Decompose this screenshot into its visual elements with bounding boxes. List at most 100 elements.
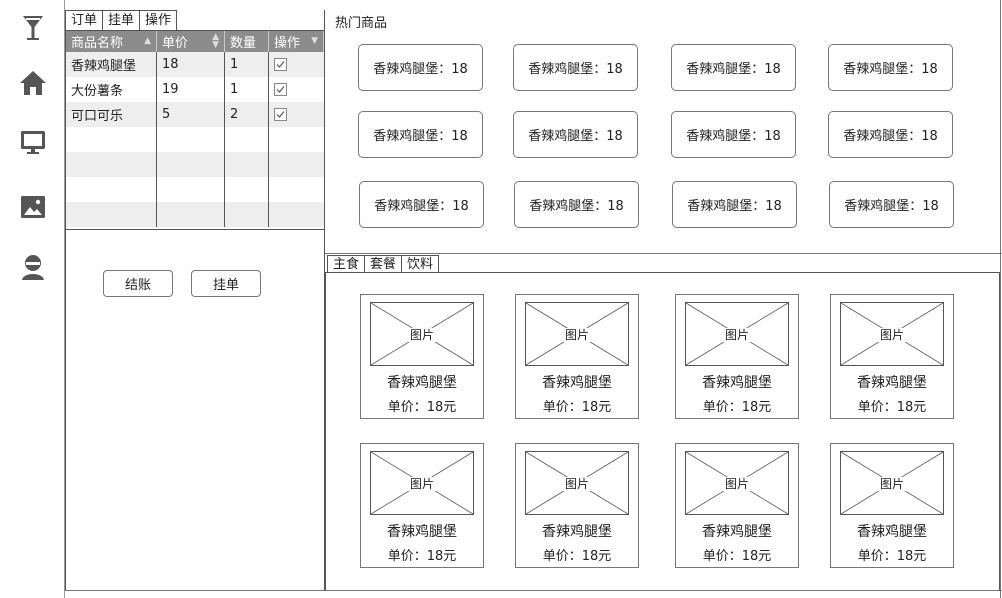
table-row[interactable]: 可口可乐 5 2: [66, 102, 324, 127]
sort-both-icon[interactable]: ▲ ▼: [212, 33, 219, 50]
image-placeholder: 图片: [370, 302, 474, 366]
hot-product-button[interactable]: 香辣鸡腿堡：18: [672, 181, 797, 228]
row-checkbox[interactable]: [274, 108, 287, 121]
tab-operations[interactable]: 操作: [139, 10, 178, 30]
header-product-name[interactable]: 商品名称 ▲: [66, 31, 157, 52]
cell-operation: [269, 77, 324, 102]
hot-product-button[interactable]: 香辣鸡腿堡：18: [829, 181, 954, 228]
cell-qty: 1: [225, 77, 269, 102]
image-placeholder: 图片: [840, 451, 944, 515]
cell-operation: [269, 52, 324, 77]
cell-price: 5: [157, 102, 225, 127]
user-icon[interactable]: [17, 251, 49, 283]
cell-operation: [269, 102, 324, 127]
product-card[interactable]: 图片 香辣鸡腿堡 单价：18元: [675, 294, 799, 419]
category-tabbar: 主食 套餐 饮料: [327, 255, 440, 273]
table-header: 商品名称 ▲ 单价 ▲ ▼ 数量 操作 ▼: [66, 31, 324, 52]
header-label: 单价: [162, 36, 189, 51]
table-row[interactable]: 大份薯条 19 1: [66, 77, 324, 102]
hot-product-button[interactable]: 香辣鸡腿堡：18: [671, 44, 796, 91]
cell-qty: 2: [225, 102, 269, 127]
tab-drinks[interactable]: 饮料: [401, 255, 440, 273]
hot-product-button[interactable]: 香辣鸡腿堡：18: [358, 44, 483, 91]
product-price: 单价：18元: [857, 549, 927, 564]
image-placeholder: 图片: [840, 302, 944, 366]
checkout-button[interactable]: 结账: [103, 270, 173, 297]
header-operations[interactable]: 操作 ▼: [269, 31, 324, 52]
header-unit-price[interactable]: 单价 ▲ ▼: [157, 31, 225, 52]
hot-product-button[interactable]: 香辣鸡腿堡：18: [358, 111, 483, 158]
check-icon: [276, 111, 285, 118]
table-row-empty: [66, 152, 324, 177]
order-tabbar: 订单 挂单 操作: [65, 10, 178, 30]
window-bottom-border: [65, 590, 1002, 591]
table-row[interactable]: 香辣鸡腿堡 18 1: [66, 52, 324, 77]
row-checkbox[interactable]: [274, 83, 287, 96]
image-placeholder: 图片: [370, 451, 474, 515]
hold-order-button[interactable]: 挂单: [191, 270, 261, 297]
product-name: 香辣鸡腿堡: [702, 524, 772, 540]
placeholder-label: 图片: [562, 328, 591, 342]
header-quantity[interactable]: 数量: [225, 31, 269, 52]
product-card[interactable]: 图片 香辣鸡腿堡 单价：18元: [360, 294, 484, 419]
product-name: 香辣鸡腿堡: [542, 524, 612, 540]
cell-name: 大份薯条: [66, 77, 157, 102]
icon-rail: [0, 0, 65, 598]
cell-price: 19: [157, 77, 225, 102]
hot-product-button[interactable]: 香辣鸡腿堡：18: [828, 111, 953, 158]
image-placeholder: 图片: [685, 451, 789, 515]
tab-combo[interactable]: 套餐: [364, 255, 403, 273]
product-name: 香辣鸡腿堡: [542, 375, 612, 391]
product-price: 单价：18元: [702, 400, 772, 415]
image-placeholder: 图片: [685, 302, 789, 366]
hot-product-button[interactable]: 香辣鸡腿堡：18: [671, 111, 796, 158]
product-name: 香辣鸡腿堡: [857, 524, 927, 540]
hot-product-button[interactable]: 香辣鸡腿堡：18: [514, 181, 639, 228]
product-card[interactable]: 图片 香辣鸡腿堡 单价：18元: [360, 443, 484, 568]
product-price: 单价：18元: [542, 549, 612, 564]
header-label: 数量: [230, 36, 257, 51]
table-row-empty: [66, 127, 324, 152]
dropdown-icon[interactable]: ▼: [311, 37, 318, 46]
table-row-empty: [66, 202, 324, 227]
placeholder-label: 图片: [722, 328, 751, 342]
placeholder-label: 图片: [877, 477, 906, 491]
placeholder-label: 图片: [722, 477, 751, 491]
hot-product-button[interactable]: 香辣鸡腿堡：18: [513, 44, 638, 91]
placeholder-label: 图片: [877, 328, 906, 342]
hot-product-button[interactable]: 香辣鸡腿堡：18: [828, 44, 953, 91]
cocktail-icon[interactable]: [17, 12, 49, 44]
home-icon[interactable]: [17, 67, 49, 99]
tab-held-orders[interactable]: 挂单: [102, 10, 141, 30]
product-card[interactable]: 图片 香辣鸡腿堡 单价：18元: [830, 294, 954, 419]
hot-product-button[interactable]: 香辣鸡腿堡：18: [513, 111, 638, 158]
product-card[interactable]: 图片 香辣鸡腿堡 单价：18元: [830, 443, 954, 568]
image-icon[interactable]: [17, 191, 49, 223]
product-price: 单价：18元: [387, 400, 457, 415]
placeholder-label: 图片: [562, 477, 591, 491]
tab-orders[interactable]: 订单: [65, 10, 104, 30]
product-name: 香辣鸡腿堡: [702, 375, 772, 391]
section-divider: [325, 253, 1002, 254]
product-price: 单价：18元: [857, 400, 927, 415]
tab-main-food[interactable]: 主食: [327, 255, 366, 273]
product-card[interactable]: 图片 香辣鸡腿堡 单价：18元: [515, 294, 639, 419]
product-name: 香辣鸡腿堡: [387, 375, 457, 391]
cell-qty: 1: [225, 52, 269, 77]
header-label: 操作: [274, 36, 301, 51]
hot-product-button[interactable]: 香辣鸡腿堡：18: [359, 181, 484, 228]
table-row-empty: [66, 177, 324, 202]
order-table: 商品名称 ▲ 单价 ▲ ▼ 数量 操作 ▼ 香辣鸡腿堡 18 1 大份薯条 19 1 可…: [65, 30, 325, 230]
monitor-icon[interactable]: [17, 126, 49, 158]
row-checkbox[interactable]: [274, 58, 287, 71]
product-name: 香辣鸡腿堡: [857, 375, 927, 391]
product-card[interactable]: 图片 香辣鸡腿堡 单价：18元: [675, 443, 799, 568]
placeholder-label: 图片: [407, 477, 436, 491]
product-name: 香辣鸡腿堡: [387, 524, 457, 540]
product-card[interactable]: 图片 香辣鸡腿堡 单价：18元: [515, 443, 639, 568]
sort-asc-icon[interactable]: ▲: [144, 37, 151, 46]
check-icon: [276, 61, 285, 68]
product-price: 单价：18元: [702, 549, 772, 564]
image-placeholder: 图片: [525, 451, 629, 515]
cell-name: 香辣鸡腿堡: [66, 52, 157, 77]
